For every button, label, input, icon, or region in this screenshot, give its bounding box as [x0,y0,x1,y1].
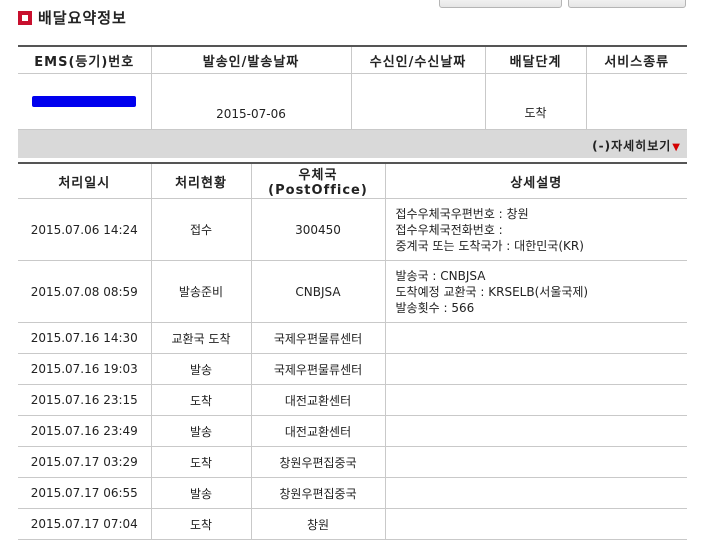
table-row: 2015.07.17 03:29 도착 창원우편집중국 [18,446,687,478]
datetime-cell: 2015.07.17 06:55 [18,477,152,509]
table-row: 2015.07.16 23:15 도착 대전교환센터 [18,384,687,416]
description-cell [384,446,687,478]
status-cell: 발송 [150,353,252,385]
table-row: 2015.07.08 08:59 발송준비 CNBJSA 발송국 : CNBJSA 도착… [18,260,687,323]
datetime-cell: 2015.07.17 07:04 [18,508,152,540]
post-office-cell: 창원우편집중국 [250,446,386,478]
tracking-number-cell [18,73,152,130]
top-button-1[interactable] [439,0,562,8]
description-line: 도착예정 교환국 : KRSELB(서울국제) [395,284,589,299]
description-cell [384,415,687,447]
section-header: 배달요약정보 [18,7,127,28]
post-office-cell: 국제우편물류센터 [250,353,386,385]
description-line: 발송국 : CNBJSA [395,268,486,283]
status-cell: 도착 [150,508,252,540]
section-square-icon [18,10,32,25]
summary-row: 2015-07-06 도착 [18,73,687,130]
top-buttons [439,0,686,8]
header-status: 처리현황 [150,163,252,199]
description-cell: 발송국 : CNBJSA 도착예정 교환국 : KRSELB(서울국제) 발송횟수 … [384,260,687,323]
header-tracking-number: EMS(등기)번호 [18,46,152,74]
status-cell: 접수 [150,198,252,261]
receiver-date-cell [350,73,486,130]
post-office-cell: 대전교환센터 [250,415,386,447]
table-row: 2015.07.17 07:04 도착 창원 [18,508,687,540]
status-cell: 도착 [150,446,252,478]
header-delivery-stage: 배달단계 [484,46,587,74]
description-line: 중계국 또는 도착국가 : 대한민국(KR) [395,238,584,253]
description-line: 접수우체국전화번호 : [395,222,503,237]
top-button-2[interactable] [568,0,686,8]
post-office-cell: 300450 [250,198,386,261]
table-row: 2015.07.16 14:30 교환국 도착 국제우편물류센터 [18,322,687,354]
detail-table: 처리일시 처리현황 우체국(PostOffice) 상세설명 2015.07.0… [18,162,687,540]
header-post-office: 우체국(PostOffice) [250,163,386,199]
datetime-cell: 2015.07.08 08:59 [18,260,152,323]
description-cell: 접수우체국우편번호 : 창원 접수우체국전화번호 : 중계국 또는 도착국가 : 대… [384,198,687,261]
header-description: 상세설명 [384,163,687,199]
datetime-cell: 2015.07.16 23:15 [18,384,152,416]
header-sender-date: 발송인/발송날짜 [150,46,352,74]
delivery-stage-cell: 도착 [484,73,587,130]
detail-header-row: 처리일시 처리현황 우체국(PostOffice) 상세설명 [18,163,687,199]
datetime-cell: 2015.07.16 14:30 [18,322,152,354]
status-cell: 발송 [150,415,252,447]
detail-toggle-label: (-)자세히보기 [592,139,672,153]
datetime-cell: 2015.07.16 23:49 [18,415,152,447]
triangle-down-icon: ▼ [672,142,681,153]
description-cell [384,353,687,385]
table-row: 2015.07.16 19:03 발송 국제우편물류센터 [18,353,687,385]
detail-body: 2015.07.06 14:24 접수 300450 접수우체국우편번호 : 창원 접수… [18,198,687,540]
section-title: 배달요약정보 [38,9,127,27]
datetime-cell: 2015.07.06 14:24 [18,198,152,261]
redacted-tracking-number [32,96,136,107]
post-office-cell: 창원 [250,508,386,540]
post-office-cell: 대전교환센터 [250,384,386,416]
description-cell [384,477,687,509]
description-line: 발송횟수 : 566 [395,300,475,315]
header-service-type: 서비스종류 [585,46,687,74]
detail-bar: (-)자세히보기▼ [18,130,687,158]
datetime-cell: 2015.07.17 03:29 [18,446,152,478]
service-type-cell [585,73,687,130]
datetime-cell: 2015.07.16 19:03 [18,353,152,385]
post-office-cell: 국제우편물류센터 [250,322,386,354]
table-row: 2015.07.17 06:55 발송 창원우편집중국 [18,477,687,509]
status-cell: 발송준비 [150,260,252,323]
detail-toggle-link[interactable]: (-)자세히보기▼ [592,137,681,154]
post-office-cell: CNBJSA [250,260,386,323]
header-datetime: 처리일시 [18,163,152,199]
table-row: 2015.07.06 14:24 접수 300450 접수우체국우편번호 : 창원 접수… [18,198,687,261]
header-receiver-date: 수신인/수신날짜 [350,46,486,74]
description-cell [384,508,687,540]
status-cell: 발송 [150,477,252,509]
post-office-cell: 창원우편집중국 [250,477,386,509]
status-cell: 도착 [150,384,252,416]
description-line: 접수우체국우편번호 : 창원 [395,206,529,221]
table-row: 2015.07.16 23:49 발송 대전교환센터 [18,415,687,447]
summary-table: EMS(등기)번호 발송인/발송날짜 수신인/수신날짜 배달단계 서비스종류 2… [18,45,687,130]
description-cell [384,384,687,416]
description-cell [384,322,687,354]
sender-date-cell: 2015-07-06 [150,73,352,130]
status-cell: 교환국 도착 [150,322,252,354]
summary-header-row: EMS(등기)번호 발송인/발송날짜 수신인/수신날짜 배달단계 서비스종류 [18,46,687,74]
